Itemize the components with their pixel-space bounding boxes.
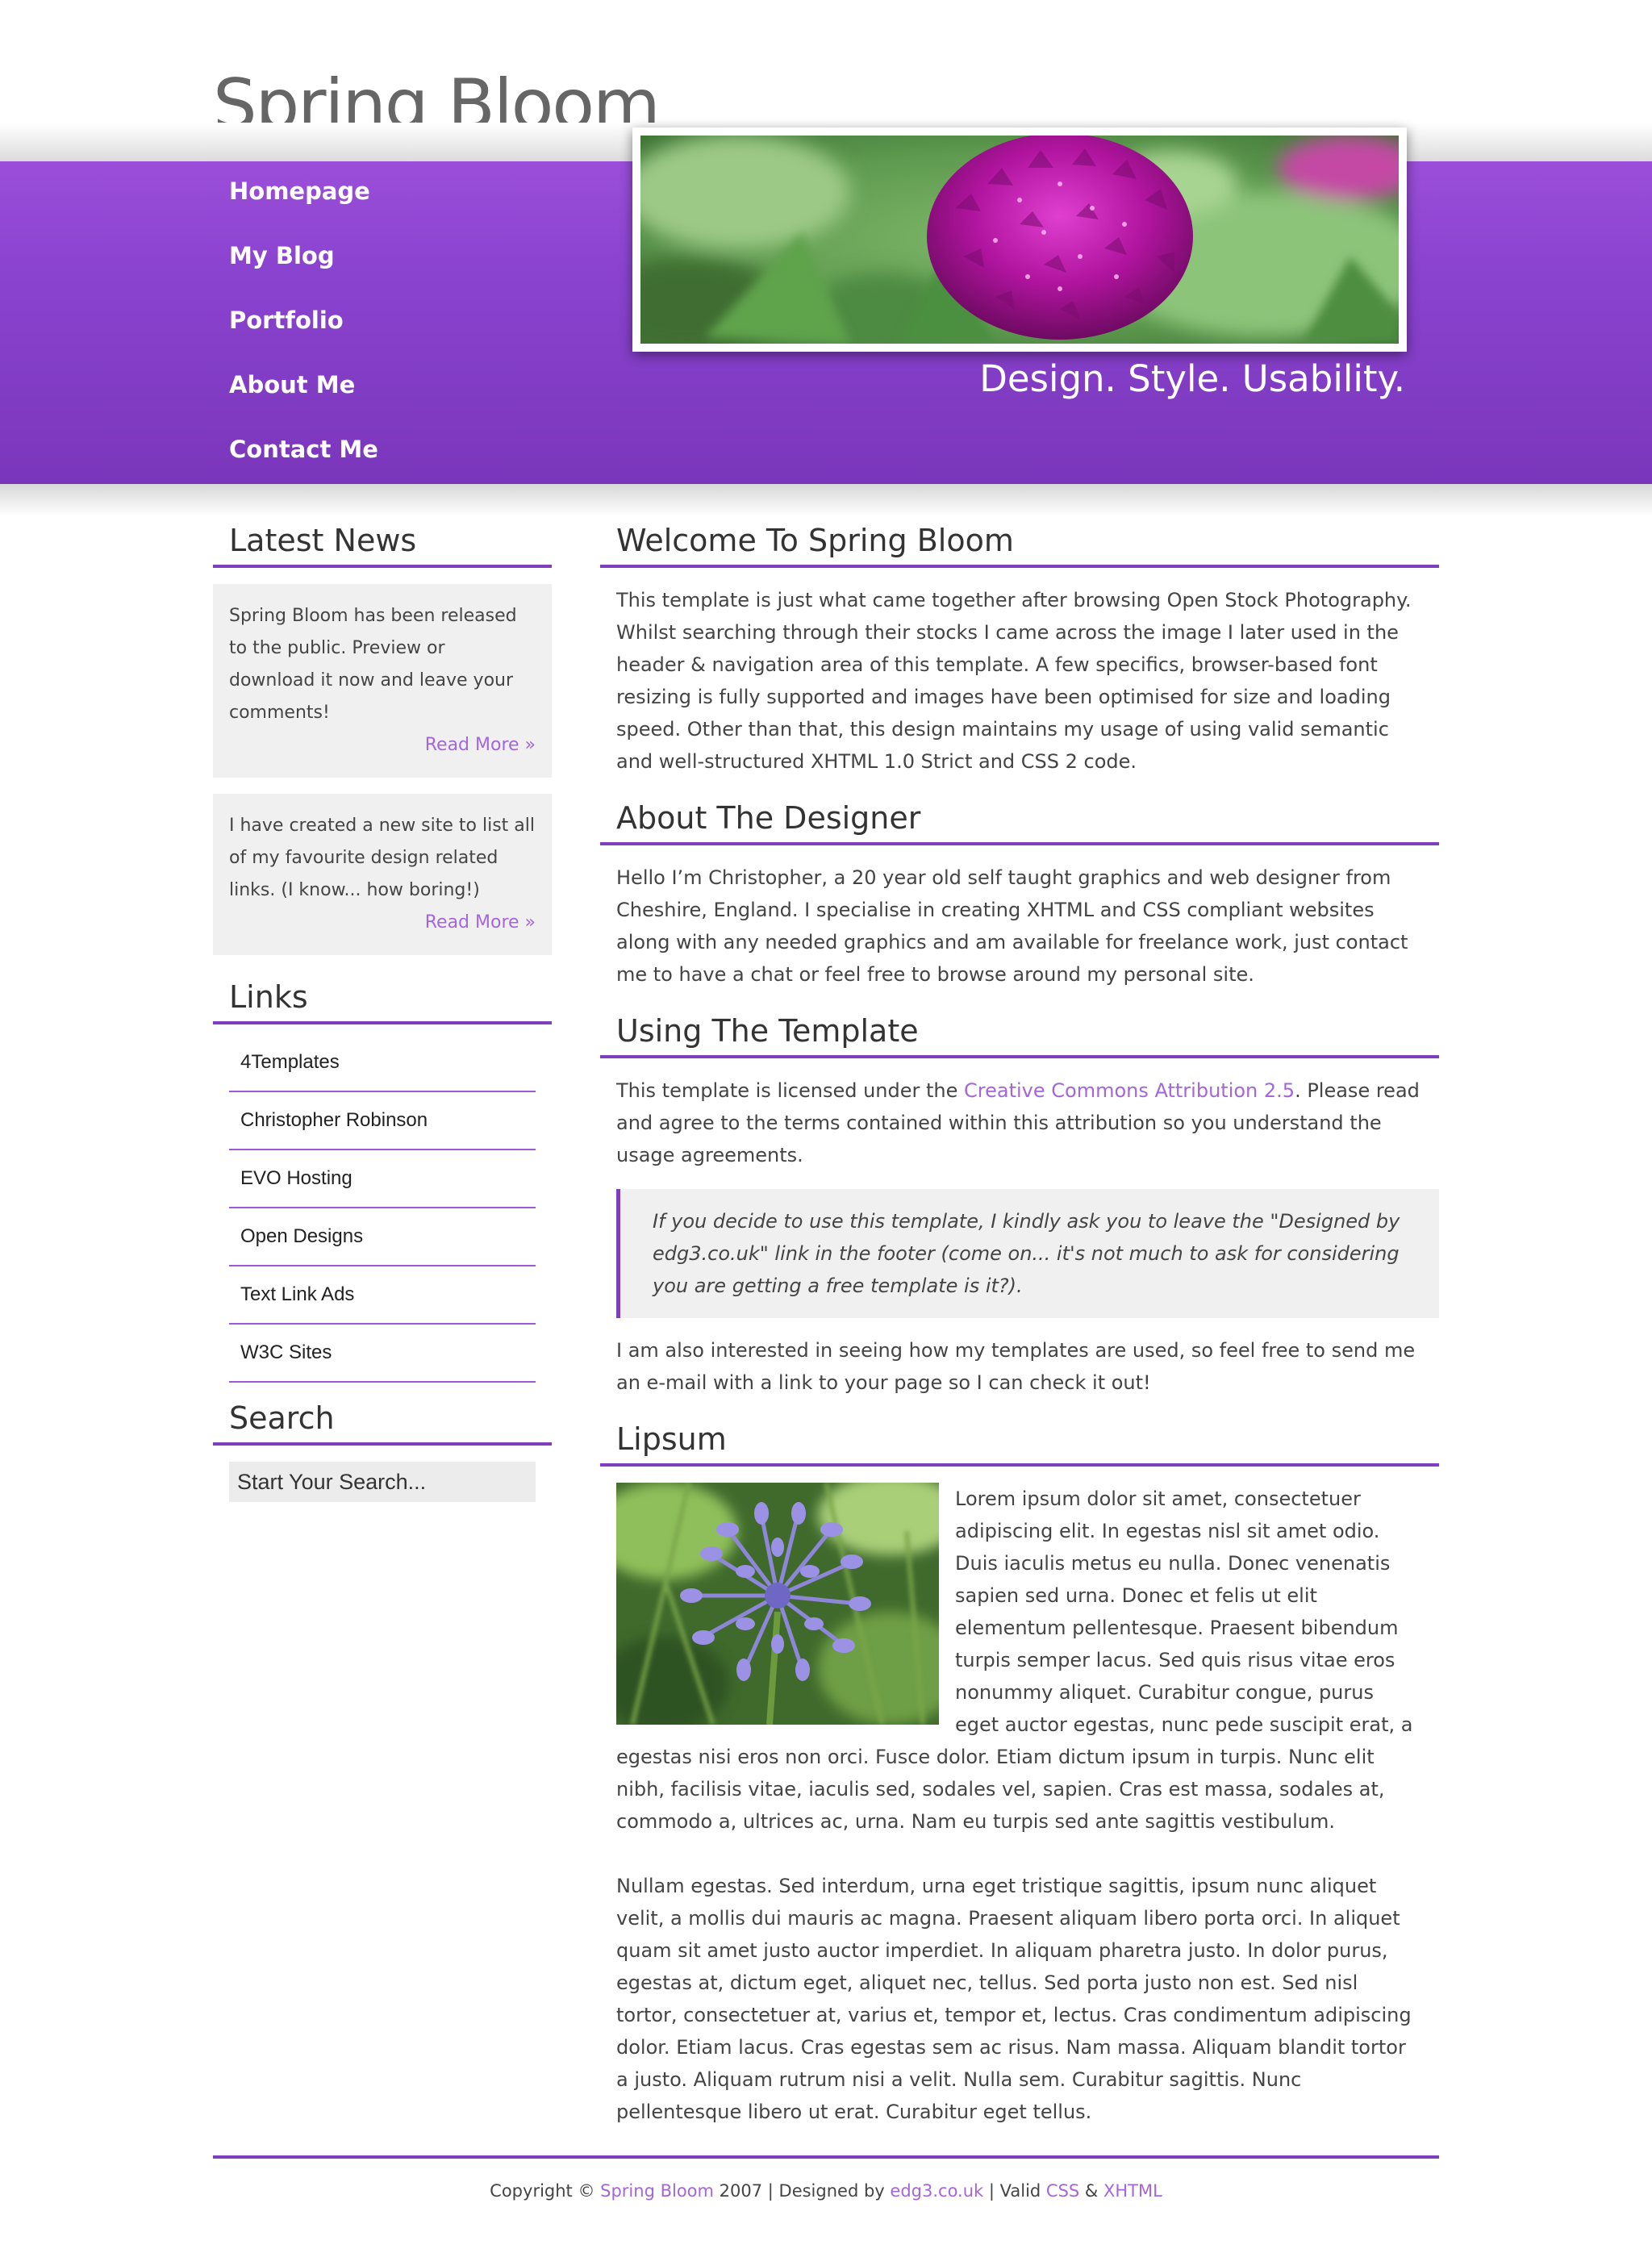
- link-evo-hosting[interactable]: EVO Hosting: [229, 1167, 353, 1189]
- list-item: Open Designs: [229, 1208, 536, 1266]
- list-item: W3C Sites: [229, 1325, 536, 1383]
- link-text-link-ads[interactable]: Text Link Ads: [229, 1283, 354, 1305]
- links-list: 4Templates Christopher Robinson EVO Host…: [229, 1034, 536, 1383]
- nav-item-contact-me: Contact Me: [229, 432, 600, 497]
- lipsum-heading: Lipsum: [600, 1415, 1439, 1467]
- welcome-text: This template is just what came together…: [616, 589, 1412, 773]
- news-item-text: I have created a new site to list all of…: [229, 816, 536, 900]
- header-flower-image: [640, 136, 1399, 344]
- list-item: Text Link Ads: [229, 1266, 536, 1325]
- sidebar: Latest News Spring Bloom has been releas…: [213, 516, 552, 1502]
- list-item: EVO Hosting: [229, 1150, 536, 1208]
- links-heading: Links: [213, 973, 552, 1024]
- news-item: I have created a new site to list all of…: [213, 794, 552, 955]
- news-item: Spring Bloom has been released to the pu…: [213, 584, 552, 778]
- search-input[interactable]: [229, 1462, 536, 1502]
- footer-css-link[interactable]: CSS: [1046, 2181, 1079, 2201]
- footer-valid: | Valid: [983, 2181, 1046, 2201]
- about-heading: About The Designer: [600, 794, 1439, 845]
- footer-designed-by: 2007 | Designed by: [713, 2181, 891, 2201]
- link-w3c-sites[interactable]: W3C Sites: [229, 1341, 332, 1363]
- list-item: 4Templates: [229, 1034, 536, 1092]
- footer-copyright: Copyright ©: [490, 2181, 601, 2201]
- lipsum-paragraph-2: Nullam egestas. Sed interdum, urna eget …: [616, 1875, 1412, 2123]
- read-more-link[interactable]: Read More »: [229, 907, 536, 939]
- footer-site-link[interactable]: Spring Bloom: [600, 2181, 714, 2201]
- footer: Copyright © Spring Bloom 2007 | Designed…: [213, 2155, 1439, 2201]
- link-open-designs[interactable]: Open Designs: [229, 1225, 363, 1247]
- nav-item-my-blog: My Blog: [229, 239, 600, 303]
- main-content: Welcome To Spring Bloom This template is…: [600, 516, 1439, 2144]
- using-template-heading: Using The Template: [600, 1007, 1439, 1058]
- main-nav: Homepage My Blog Portfolio About Me Cont…: [229, 174, 600, 497]
- about-text: Hello I’m Christopher, a 20 year old sel…: [616, 866, 1408, 986]
- read-more-link[interactable]: Read More »: [229, 729, 536, 761]
- nav-link-my-blog[interactable]: My Blog: [229, 239, 600, 273]
- attribution-quote: If you decide to use this template, I ki…: [616, 1189, 1439, 1318]
- news-item-text: Spring Bloom has been released to the pu…: [229, 606, 517, 723]
- nav-item-about-me: About Me: [229, 368, 600, 432]
- interest-text: I am also interested in seeing how my te…: [616, 1339, 1416, 1394]
- footer-amp: &: [1079, 2181, 1103, 2201]
- welcome-heading: Welcome To Spring Bloom: [600, 516, 1439, 568]
- creative-commons-link[interactable]: Creative Commons Attribution 2.5: [964, 1079, 1295, 1102]
- link-christopher-robinson[interactable]: Christopher Robinson: [229, 1109, 428, 1131]
- nav-link-portfolio[interactable]: Portfolio: [229, 303, 600, 337]
- nav-link-about-me[interactable]: About Me: [229, 368, 600, 402]
- footer-xhtml-link[interactable]: XHTML: [1103, 2181, 1162, 2201]
- nav-link-contact-me[interactable]: Contact Me: [229, 432, 600, 466]
- header-banner-frame: [632, 127, 1407, 352]
- agapanthus-photo: [616, 1483, 939, 1725]
- nav-link-homepage[interactable]: Homepage: [229, 174, 600, 208]
- nav-item-homepage: Homepage: [229, 174, 600, 239]
- footer-designer-link[interactable]: edg3.co.uk: [890, 2181, 983, 2201]
- search-heading: Search: [213, 1394, 552, 1446]
- license-text-before: This template is licensed under the: [616, 1079, 965, 1102]
- nav-item-portfolio: Portfolio: [229, 303, 600, 368]
- latest-news-heading: Latest News: [213, 516, 552, 568]
- lipsum-paragraph-1: Lorem ipsum dolor sit amet, consectetuer…: [600, 1467, 1439, 1854]
- list-item: Christopher Robinson: [229, 1092, 536, 1150]
- site-tagline: Design. Style. Usability.: [979, 357, 1405, 400]
- link-4templates[interactable]: 4Templates: [229, 1051, 340, 1073]
- license-text: This template is licensed under the Crea…: [600, 1058, 1439, 1187]
